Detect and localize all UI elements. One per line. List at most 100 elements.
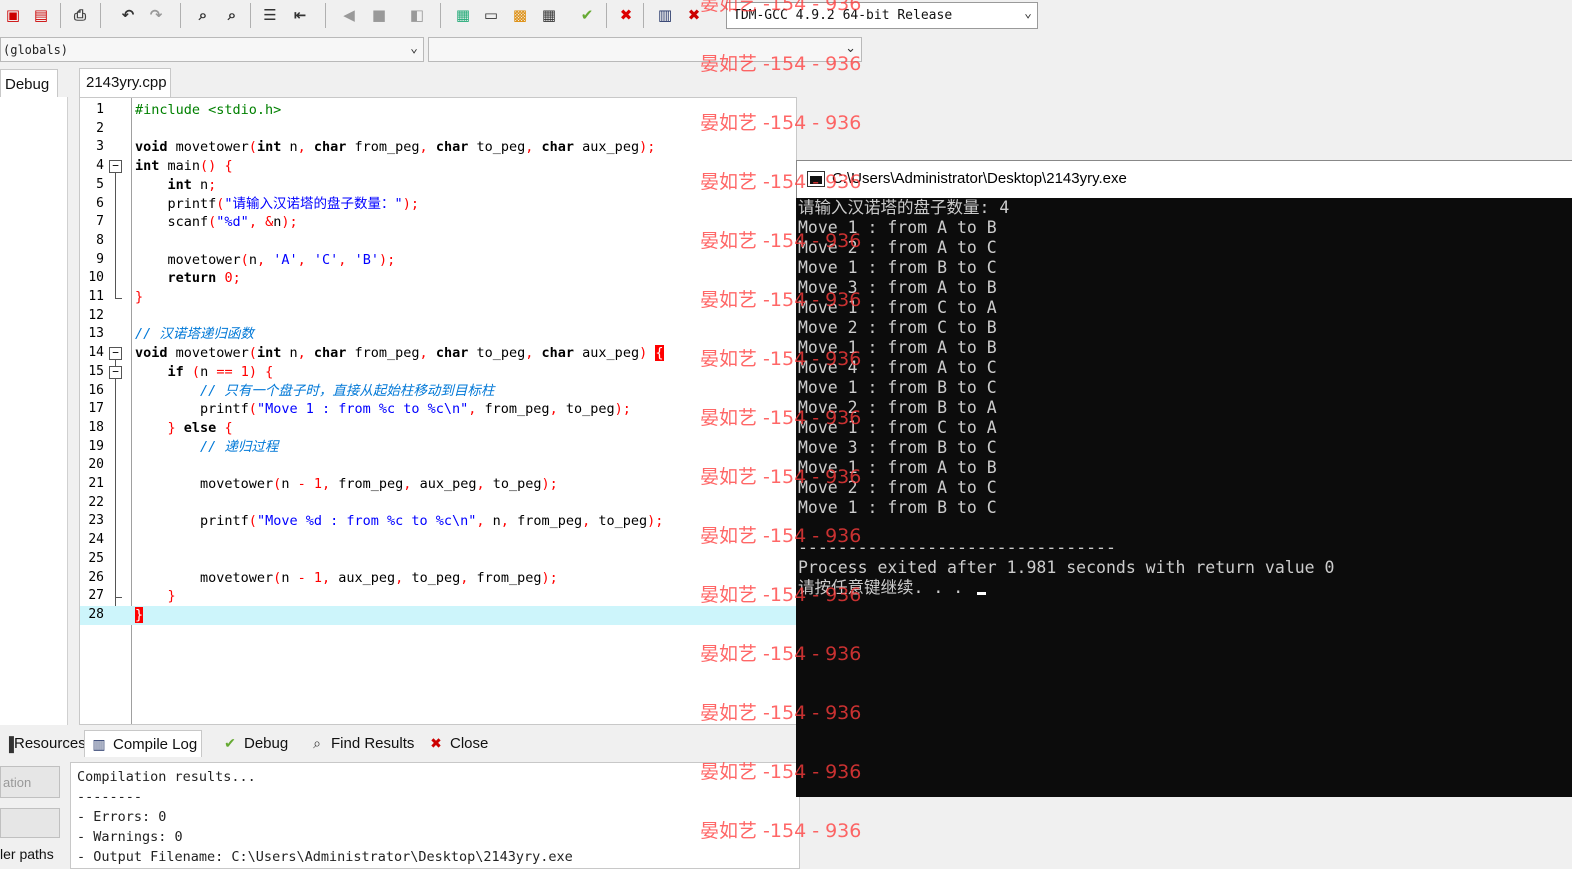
run-icon[interactable]: ✖ [683,4,705,26]
abort-compilation-button[interactable]: ation [0,766,60,798]
console-line: Move 1 : from C to A [798,298,997,317]
toolbar-separator [250,3,251,28]
code-line: 7 scanf("%d", &n); [80,213,796,232]
line-number: 11 [88,289,104,304]
indent-icon[interactable]: ☰ [259,4,281,26]
insert-icon[interactable]: ▩ [509,4,531,26]
code-line: 12 [80,307,796,326]
line-number: 26 [88,569,104,585]
shorten-paths-label: ler paths [0,846,54,862]
tab-close-label: Close [450,735,489,752]
member-select[interactable]: ⌄ [428,37,862,62]
layout-icon[interactable]: ▦ [538,4,560,26]
line-number: 9 [96,251,104,267]
log-line: - Errors: 0 [77,809,167,825]
bookmark-icon[interactable]: ■ [368,4,390,26]
code-line: 13 // 汉诺塔递归函数 [80,325,796,344]
goto-icon[interactable]: ◀ [338,4,360,26]
console-line: Move 4 : from A to C [798,358,997,377]
code-text: } [135,606,144,623]
line-number: 28 [88,606,104,622]
tab-find-results[interactable]: ⌕ Find Results [303,730,418,757]
chart-icon: ▥ [92,735,106,752]
window-icon[interactable]: ▭ [480,4,502,26]
code-line: 19 // 递归过程 [80,438,796,457]
toolbar-separator [60,3,61,28]
line-number: 12 [88,307,104,323]
fold-toggle-icon[interactable]: − [109,347,122,361]
code-line: 25 [80,550,796,569]
code-line: 11} [80,288,796,307]
line-number: 7 [96,214,104,230]
code-text: void movetower(int n, char from_peg, cha… [135,345,664,362]
code-editor[interactable]: 1 #include <stdio.h> 2 3 void movetower(int … [79,97,797,725]
chart-icon[interactable]: ▥ [654,4,676,26]
new-class-icon[interactable]: ▦ [452,4,474,26]
delete-icon[interactable]: ✖ [615,4,637,26]
compiler-select-value: TDM-GCC 4.9.2 64-bit Release [733,8,953,23]
close-project-icon[interactable]: ▤ [30,4,52,26]
toolbar-separator [325,3,326,28]
chevron-down-icon: ⌄ [410,41,418,56]
compile-log-output[interactable]: Compilation results... -------- - Errors… [70,762,800,869]
code-line: 26 movetower(n - 1, aux_peg, to_peg, fro… [80,569,796,588]
left-pane [0,97,68,725]
console-window[interactable]: C:\Users\Administrator\Desktop\2143yry.e… [796,160,1572,797]
code-line: 16 // 只有一个盘子时，直接从起始柱移动到目标柱 [80,382,796,401]
code-line: 8 [80,232,796,251]
code-line: 20 [80,456,796,475]
line-number: 24 [88,532,104,548]
code-line: 27 } [80,587,796,606]
resources-icon: ▐ [4,735,14,752]
console-line: -------------------------------- [798,538,1116,557]
tab-debug[interactable]: ✔ Debug [216,730,292,757]
line-number: 17 [88,401,104,417]
toolbar-separator [606,3,607,28]
console-line: Move 2 : from A to C [798,238,997,257]
code-line: 14− void movetower(int n, char from_peg, … [80,344,796,363]
tab-close[interactable]: ✖ Close [422,730,492,757]
console-titlebar[interactable]: C:\Users\Administrator\Desktop\2143yry.e… [796,160,1572,198]
console-line: Move 1 : from B to C [798,258,997,277]
line-number: 20 [88,457,104,473]
console-line: Move 1 : from A to B [798,338,997,357]
log-line: - Output Filename: C:\Users\Administrato… [77,849,573,865]
tab-resources[interactable]: ▐ Resources [0,730,90,757]
code-text: int n; [167,176,217,193]
log-line: -------- [77,789,143,805]
code-text: // 只有一个盘子时，直接从起始柱移动到目标柱 [200,382,495,399]
bottom-tabs: ▐ Resources ▥ Compile Log ✔ Debug ⌕ Find… [0,728,800,758]
code-text: } [167,588,176,605]
editor-file-tab[interactable]: 2143yry.cpp [79,68,171,98]
redo-icon[interactable]: ↷ [145,4,167,26]
code-line: 5 int n; [80,176,796,195]
undo-icon[interactable]: ↶ [117,4,139,26]
line-number: 16 [88,382,104,398]
code-text: } else { [167,419,233,436]
line-number: 15 [88,363,104,379]
project-icon[interactable]: ▣ [2,4,24,26]
fold-toggle-icon[interactable]: − [109,160,122,174]
tab-compile-log[interactable]: ▥ Compile Log [84,730,203,757]
abort-compilation-label: ation [3,775,32,790]
fold-toggle-icon[interactable]: − [109,365,122,379]
console-output[interactable]: 请输入汉诺塔的盘子数量: 4 Move 1 : from A to B Move… [796,198,1572,797]
replace-icon[interactable]: ⌕ [221,4,243,26]
tab-debug-label: Debug [244,735,289,752]
find-icon[interactable]: ⌕ [192,4,214,26]
comment-icon[interactable]: ◧ [406,4,428,26]
console-line: Move 1 : from A to B [798,458,997,477]
tab-debug-left[interactable]: Debug [0,69,58,98]
line-number: 27 [88,588,104,604]
line-number: 23 [88,513,104,529]
compiler-select[interactable]: TDM-GCC 4.9.2 64-bit Release ⌄ [726,2,1038,29]
code-text: movetower(n - 1, aux_peg, to_peg, from_p… [135,569,558,586]
console-line: Move 2 : from B to A [798,398,997,417]
unindent-icon[interactable]: ⇤ [289,4,311,26]
shorten-paths-button[interactable] [0,808,60,838]
scope-select[interactable]: (globals) ⌄ [0,37,424,62]
check-icon[interactable]: ✔ [576,4,598,26]
code-text: printf("Move 1 : from %c to %c\n", from_… [135,401,631,418]
print-icon[interactable]: ⎙ [69,4,91,26]
